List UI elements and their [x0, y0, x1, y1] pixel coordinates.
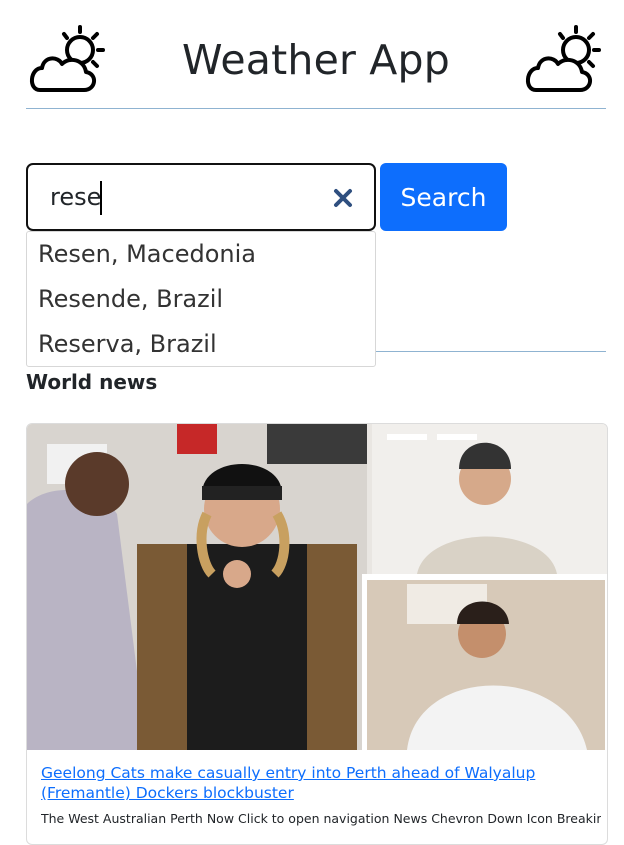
suggestion-item[interactable]: Reserva, Brazil [27, 322, 375, 366]
suggestion-item[interactable]: Resen, Macedonia [27, 232, 375, 277]
news-section-title: World news [26, 370, 158, 394]
news-article-description: The West Australian Perth Now Click to o… [41, 811, 601, 826]
autocomplete-list: Resen, Macedonia Resende, Brazil Reserva… [26, 231, 376, 367]
app-header: Weather App [26, 22, 606, 109]
partly-cloudy-icon [526, 25, 601, 92]
news-image [27, 424, 607, 750]
search-field[interactable] [26, 163, 376, 231]
search-input[interactable] [50, 177, 320, 217]
news-article-link[interactable]: Geelong Cats make casually entry into Pe… [41, 763, 581, 803]
suggestion-item[interactable]: Resende, Brazil [27, 277, 375, 322]
search-button[interactable]: Search [380, 163, 507, 231]
text-caret [100, 181, 102, 215]
news-card[interactable]: Geelong Cats make casually entry into Pe… [26, 423, 608, 845]
close-icon[interactable] [328, 181, 358, 215]
page-title: Weather App [182, 36, 450, 84]
